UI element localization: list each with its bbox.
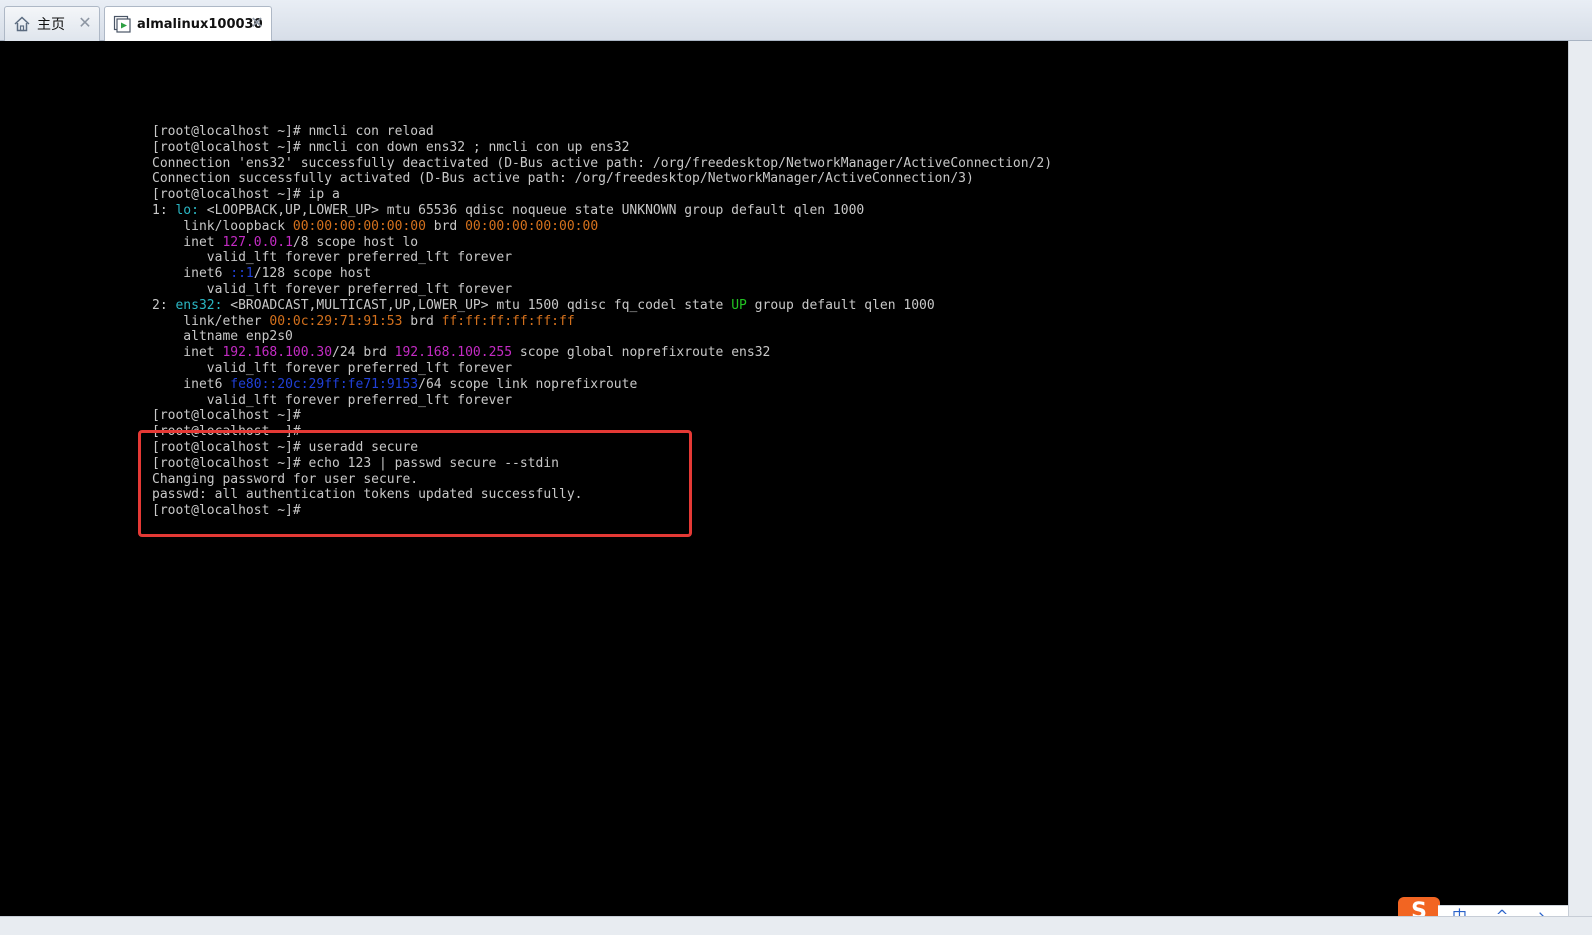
scrollbar-vertical[interactable] bbox=[1568, 41, 1592, 916]
terminal-text: 192.168.100.30 bbox=[222, 345, 333, 361]
terminal-line: inet6 ::1/128 scope host bbox=[152, 266, 1052, 282]
terminal-line: [root@localhost ~]# nmcli con reload bbox=[152, 124, 1052, 140]
terminal-text: Connection successfully activated (D-Bus… bbox=[152, 171, 974, 187]
terminal-text: valid_lft forever preferred_lft forever bbox=[152, 250, 513, 266]
terminal-line: 1: lo: <LOOPBACK,UP,LOWER_UP> mtu 65536 … bbox=[152, 203, 1052, 219]
terminal-line: [root@localhost ~]# ip a bbox=[152, 187, 1052, 203]
terminal-text: Connection 'ens32' successfully deactiva… bbox=[152, 155, 1053, 171]
terminal-text: 192.168.100.255 bbox=[394, 345, 513, 361]
terminal-line: valid_lft forever preferred_lft forever bbox=[152, 361, 1052, 377]
terminal-text: 00:00:00:00:00:00 bbox=[465, 218, 599, 234]
terminal-line: altname enp2s0 bbox=[152, 329, 1052, 345]
terminal-text: brd bbox=[425, 218, 466, 234]
terminal-text: /128 scope host bbox=[253, 266, 372, 282]
tab-home-label: 主页 bbox=[37, 17, 65, 33]
home-icon bbox=[13, 15, 31, 33]
terminal-text: inet bbox=[152, 345, 223, 361]
tab-vm-label: almalinux100030 bbox=[137, 16, 263, 32]
ime-status[interactable]: 中 ^ ↘ ✕ bbox=[1438, 905, 1568, 916]
terminal-line: link/loopback 00:00:00:00:00:00 brd 00:0… bbox=[152, 219, 1052, 235]
terminal-line: link/ether 00:0c:29:71:91:53 brd ff:ff:f… bbox=[152, 314, 1052, 330]
terminal-line: 2: ens32: <BROADCAST,MULTICAST,UP,LOWER_… bbox=[152, 298, 1052, 314]
terminal-text: inet6 bbox=[152, 266, 231, 282]
vm-running-icon bbox=[113, 15, 131, 33]
terminal-line: [root@localhost ~]# nmcli con down ens32… bbox=[152, 140, 1052, 156]
terminal-text: ff:ff:ff:ff:ff:ff bbox=[441, 313, 575, 329]
terminal-text: [root@localhost ~]# bbox=[152, 408, 301, 424]
terminal-text: [root@localhost ~]# nmcli con down ens32… bbox=[152, 139, 630, 155]
terminal-line: inet6 fe80::20c:29ff:fe71:9153/64 scope … bbox=[152, 377, 1052, 393]
terminal-line: Connection 'ens32' successfully deactiva… bbox=[152, 156, 1052, 172]
terminal-text: /24 brd bbox=[332, 345, 395, 361]
sogou-logo-icon: S bbox=[1398, 897, 1440, 916]
terminal-text: group default qlen 1000 bbox=[746, 297, 935, 313]
terminal-text: ::1 bbox=[230, 266, 254, 282]
tab-bar: 主页 ✕ almalinux100030 ✕ bbox=[0, 0, 1592, 41]
terminal-text: inet bbox=[152, 234, 223, 250]
terminal-text: <LOOPBACK,UP,LOWER_UP> mtu 65536 qdisc n… bbox=[198, 202, 865, 218]
terminal-text: UP bbox=[731, 297, 747, 313]
terminal-line: valid_lft forever preferred_lft forever bbox=[152, 282, 1052, 298]
terminal-text: fe80::20c:29ff:fe71:9153 bbox=[230, 376, 419, 392]
terminal-text: /8 scope host lo bbox=[292, 234, 419, 250]
highlight-box bbox=[138, 430, 692, 537]
terminal-text: <BROADCAST,MULTICAST,UP,LOWER_UP> mtu 15… bbox=[222, 297, 732, 313]
terminal-text: lo: bbox=[175, 202, 199, 218]
close-icon[interactable]: ✕ bbox=[250, 15, 264, 31]
terminal-text: altname enp2s0 bbox=[152, 329, 293, 345]
terminal-text: 00:0c:29:71:91:53 bbox=[269, 313, 403, 329]
terminal-text: ens32: bbox=[175, 297, 223, 313]
tab-vm[interactable]: almalinux100030 ✕ bbox=[104, 6, 272, 41]
terminal-text: valid_lft forever preferred_lft forever bbox=[152, 281, 513, 297]
terminal-text: 2: bbox=[152, 297, 176, 313]
terminal-line: valid_lft forever preferred_lft forever bbox=[152, 250, 1052, 266]
terminal-text: link/ether bbox=[152, 313, 270, 329]
terminal-text: [root@localhost ~]# nmcli con reload bbox=[152, 124, 434, 139]
tab-home[interactable]: 主页 ✕ bbox=[4, 6, 100, 41]
close-icon[interactable]: ✕ bbox=[78, 15, 92, 31]
ime-toolbar[interactable]: S 中 ^ ↘ ✕ bbox=[1398, 897, 1568, 916]
terminal-text: 127.0.0.1 bbox=[222, 234, 293, 250]
terminal-line: Connection successfully activated (D-Bus… bbox=[152, 171, 1052, 187]
terminal-text: valid_lft forever preferred_lft forever bbox=[152, 392, 513, 408]
terminal-text: valid_lft forever preferred_lft forever bbox=[152, 360, 513, 376]
terminal-text: scope global noprefixroute ens32 bbox=[512, 345, 771, 361]
vm-console[interactable]: [root@localhost ~]# nmcli con reload [roo… bbox=[0, 41, 1568, 916]
terminal-line: inet 127.0.0.1/8 scope host lo bbox=[152, 235, 1052, 251]
terminal-line: [root@localhost ~]# bbox=[152, 408, 1052, 424]
terminal-text: 00:00:00:00:00:00 bbox=[292, 218, 426, 234]
terminal-text: inet6 bbox=[152, 376, 231, 392]
terminal-text: [root@localhost ~]# ip a bbox=[152, 187, 340, 203]
terminal-text: 1: bbox=[152, 202, 176, 218]
terminal-line: inet 192.168.100.30/24 brd 192.168.100.2… bbox=[152, 345, 1052, 361]
terminal-text: brd bbox=[402, 313, 442, 329]
terminal-text: link/loopback bbox=[152, 218, 293, 234]
status-bar bbox=[0, 916, 1592, 935]
terminal-line: valid_lft forever preferred_lft forever bbox=[152, 393, 1052, 409]
terminal-text: /64 scope link noprefixroute bbox=[418, 376, 638, 392]
